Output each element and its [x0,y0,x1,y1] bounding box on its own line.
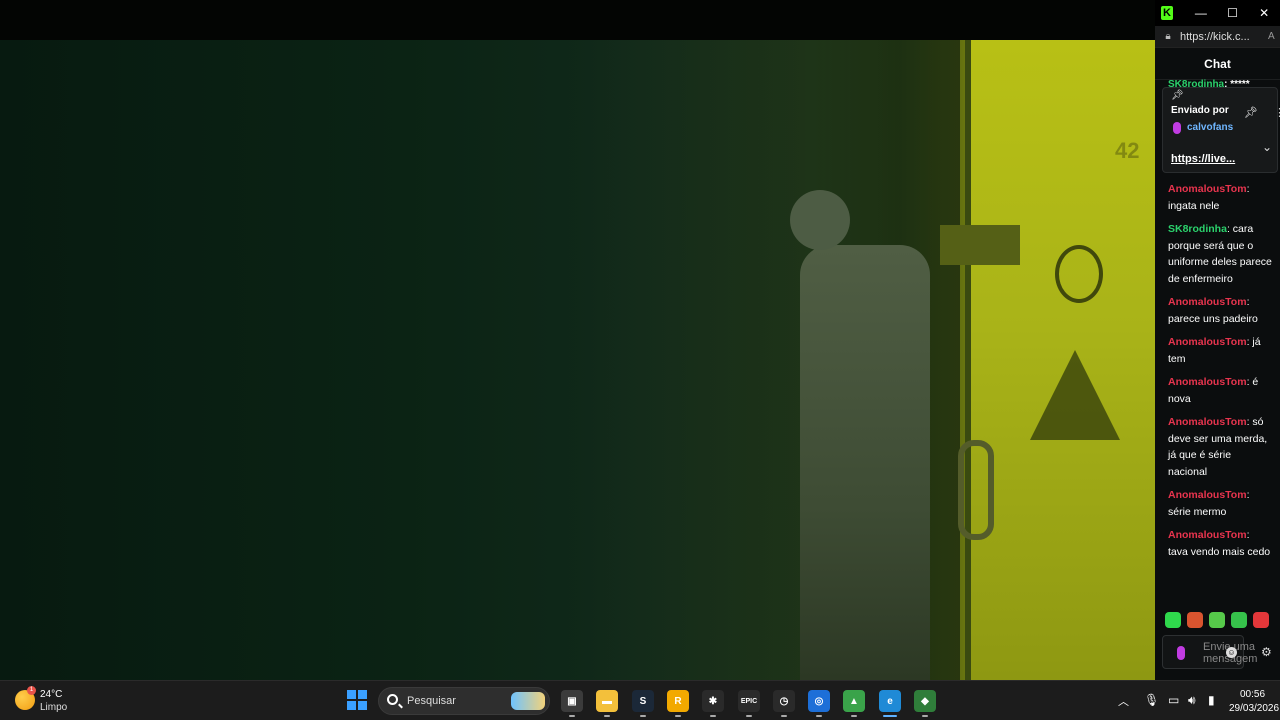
chat-username[interactable]: AnomalousTom [1168,296,1247,308]
emote-icon[interactable] [1231,612,1247,628]
maximize-button[interactable]: ☐ [1217,6,1249,20]
more-options-icon[interactable]: ⋮ [1274,106,1280,119]
door-handle [958,440,994,540]
app-blue-icon[interactable]: ◎ [808,690,830,712]
emote-icon[interactable] [1187,612,1203,628]
pinned-user[interactable]: calvofans [1187,122,1233,133]
lock-icon[interactable]: 🔒︎ [1162,31,1174,43]
scene-figure-body [800,245,930,680]
running-indicator [851,715,857,717]
bluestacks-icon[interactable]: ◆ [914,690,936,712]
chat-username[interactable]: AnomalousTom [1168,336,1247,348]
warning-sign [1030,350,1120,440]
start-button[interactable] [347,690,367,710]
pin-icon: 📌︎ [1171,90,1184,101]
chat-username[interactable]: SK8rodinha [1168,223,1227,235]
screen: 42 K — ☐ ✕ 🔒︎ https://kick.c... A Chat S… [0,0,1280,720]
kick-logo-icon: K [1161,6,1173,20]
rockstar-icon[interactable]: R [667,690,689,712]
chat-message: AnomalousTom: já tem [1168,334,1272,367]
running-indicator [569,715,575,717]
scene-figure-head [790,190,850,250]
search-icon [387,694,398,705]
emote-row [1165,612,1269,628]
close-button[interactable]: ✕ [1248,6,1280,20]
chat-message: AnomalousTom: tava vendo mais cedo [1168,527,1272,560]
epic-games-icon[interactable]: EPIC [738,690,760,712]
search-highlight-image [511,692,545,710]
chat-username[interactable]: AnomalousTom [1168,183,1247,195]
chevron-up-icon[interactable]: ︿ [1118,693,1129,709]
chevron-down-icon[interactable]: ⌄ [1262,140,1272,154]
running-indicator [922,715,928,717]
chat-message: SK8rodinha: cara porque será que o unifo… [1168,221,1272,287]
taskbar-search[interactable]: Pesquisar [378,687,550,715]
chat-title: Chat [1155,48,1280,80]
battery-icon[interactable]: ▮ [1208,693,1215,707]
scene-bracket [940,225,1020,265]
emote-icon[interactable] [1209,612,1225,628]
task-view-icon[interactable]: ▣ [561,690,583,712]
volume-icon[interactable]: 🔊︎ [1188,693,1196,708]
network-icon[interactable]: ▭ [1168,693,1179,707]
running-indicator [883,715,897,717]
url-text[interactable]: https://kick.c... [1180,31,1266,43]
pinned-link[interactable]: https://live... [1171,153,1235,165]
chat-username[interactable]: AnomalousTom [1168,529,1247,541]
chat-window: K — ☐ ✕ 🔒︎ https://kick.c... A Chat SK8r… [1155,0,1280,680]
user-badge-icon [1177,646,1185,660]
running-indicator [781,715,787,717]
taskbar: 1 24°C Limpo Pesquisar ▣ ▬ S R ✱ EPIC ◷ ◎ ▲ e ◆ ︿ … [0,680,1280,720]
chat-message: AnomalousTom: só deve ser uma merda, já … [1168,414,1272,480]
video-player[interactable]: 42 [0,0,1155,680]
clock-time[interactable]: 00:56 [1240,689,1265,700]
running-indicator [816,715,822,717]
search-placeholder[interactable]: Pesquisar [407,695,456,707]
pinned-label: Enviado por [1171,105,1229,116]
running-indicator [604,715,610,717]
weather-temperature[interactable]: 24°C [40,689,62,700]
chat-input[interactable]: Envie uma mensagem ☺ [1162,635,1257,669]
user-badge-icon [1173,122,1181,134]
chat-username[interactable]: AnomalousTom [1168,376,1247,388]
microphone-icon[interactable]: 🎙︎ [1144,693,1159,707]
address-bar[interactable]: 🔒︎ https://kick.c... A [1155,26,1280,48]
running-indicator [710,715,716,717]
running-indicator [640,715,646,717]
emote-icon[interactable] [1165,612,1181,628]
chat-username[interactable]: AnomalousTom [1168,416,1247,428]
pinned-message-card[interactable]: 📌︎ Enviado por 📌︎ ⋮ calvofans ⌄ https://… [1162,87,1280,173]
gear-icon[interactable]: ⚙ [1261,645,1272,659]
video-top-bar [0,0,1155,40]
chat-message: AnomalousTom: é nova [1168,374,1272,407]
clock-date[interactable]: 29/03/2026 [1229,703,1279,714]
edge-icon[interactable]: e [879,690,901,712]
emote-icon[interactable] [1253,612,1269,628]
chat-message: AnomalousTom: parece uns padeiro [1168,294,1272,327]
unpin-icon[interactable]: 📌︎ [1244,106,1258,119]
reader-mode-icon[interactable]: A [1268,31,1275,42]
chat-messages: AnomalousTom: ingata nele SK8rodinha: car… [1168,181,1272,567]
door-porthole [1055,245,1103,303]
clock-app-icon[interactable]: ◷ [773,690,795,712]
chat-message: AnomalousTom: série mermo [1168,487,1272,520]
running-indicator [746,715,752,717]
chat-message: AnomalousTom: ingata nele [1168,181,1272,214]
window-titlebar: K — ☐ ✕ [1155,0,1280,26]
spider-icon[interactable]: ✱ [702,690,724,712]
file-explorer-icon[interactable]: ▬ [596,690,618,712]
chat-username[interactable]: AnomalousTom [1168,489,1247,501]
door-number: 42 [1115,138,1140,163]
emoji-icon[interactable]: ☺ [1226,647,1237,658]
steam-icon[interactable]: S [632,690,654,712]
weather-badge: 1 [27,686,36,695]
minimize-button[interactable]: — [1185,6,1217,20]
weather-description[interactable]: Limpo [40,702,67,713]
running-indicator [675,715,681,717]
app-green-icon[interactable]: ▲ [843,690,865,712]
